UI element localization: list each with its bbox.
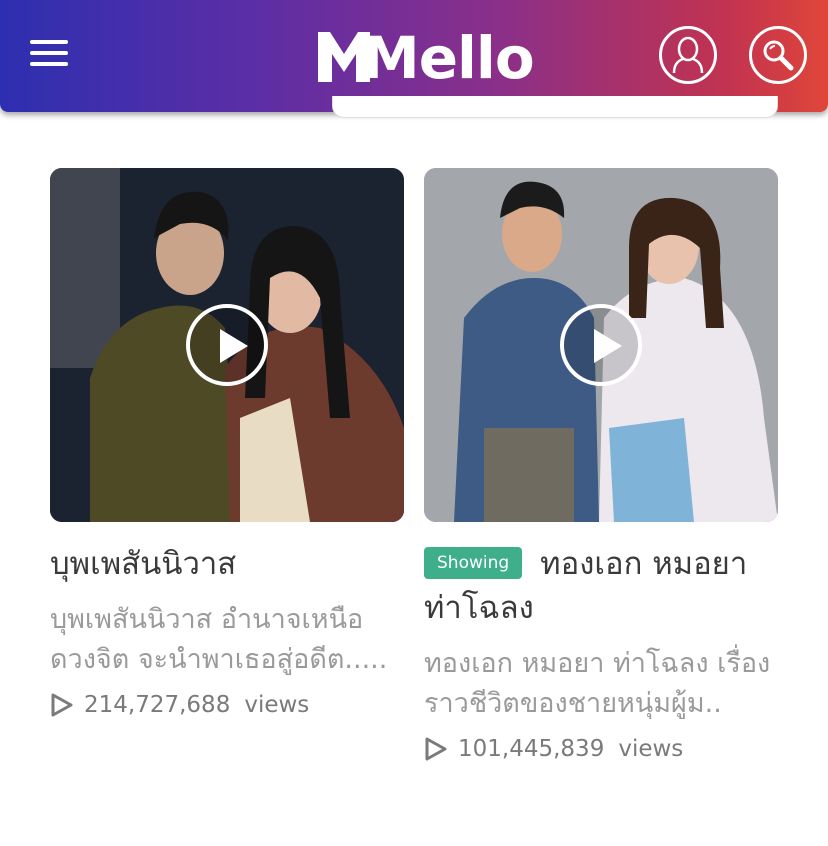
show-title[interactable]: บุพเพสันนิวาส [50, 542, 404, 586]
view-count: 101,445,839 views [424, 736, 778, 762]
search-bar-edge [332, 96, 778, 118]
search-icon [763, 40, 794, 71]
menu-icon[interactable] [30, 40, 68, 70]
play-outline-icon [425, 737, 447, 761]
view-count-number: 101,445,839 [458, 736, 605, 762]
view-count-label: views [618, 736, 684, 762]
view-count-number: 214,727,688 [84, 692, 231, 718]
play-button[interactable] [560, 304, 642, 386]
brand-name: Mello [362, 24, 535, 92]
show-card[interactable]: บุพเพสันนิวาส บุพเพสันนิวาส อำนาจเหนือดว… [50, 168, 404, 718]
show-card[interactable]: Showing ทองเอก หมอยา ท่าโฉลง ทองเอก หมอยา… [424, 168, 778, 762]
view-count: 214,727,688 views [50, 692, 404, 718]
view-count-label: views [244, 692, 310, 718]
user-profile-button[interactable] [659, 26, 717, 84]
show-thumbnail[interactable] [50, 168, 404, 522]
show-thumbnail[interactable] [424, 168, 778, 522]
brand-logo[interactable]: Mello [310, 18, 535, 92]
play-button[interactable] [186, 304, 268, 386]
user-icon [672, 36, 704, 74]
search-button[interactable] [749, 26, 807, 84]
show-description: ทองเอก หมอยา ท่าโฉลง เรื่องราวชีวิตของชา… [424, 648, 771, 719]
show-title[interactable]: Showing ทองเอก หมอยา ท่าโฉลง [424, 542, 778, 630]
show-title-text[interactable]: บุพเพสันนิวาส [50, 546, 236, 582]
play-outline-icon [51, 693, 73, 717]
show-description: บุพเพสันนิวาส อำนาจเหนือดวงจิต จะนำพาเธอ… [50, 604, 388, 675]
status-badge: Showing [424, 547, 523, 579]
